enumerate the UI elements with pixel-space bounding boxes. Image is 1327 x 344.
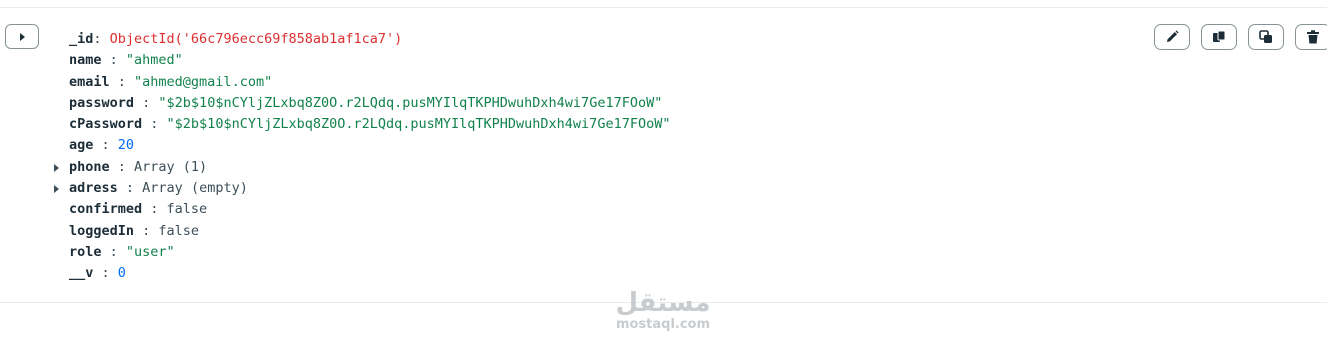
field-key: __v: [69, 265, 94, 282]
watermark-latin: mostaql.com: [615, 317, 711, 332]
field-key: phone: [69, 158, 110, 175]
field-value: "ahmed@gmail.com": [134, 73, 273, 90]
field-separator: :: [142, 201, 167, 218]
copy-icon: [1213, 30, 1226, 42]
field-separator: :: [134, 94, 159, 111]
field-row-age: age : 20: [69, 135, 670, 156]
expand-document-button[interactable]: [5, 24, 39, 49]
expand-phone-caret-icon[interactable]: [54, 163, 59, 172]
clone-document-button[interactable]: [1248, 24, 1284, 50]
field-value: "ahmed": [125, 52, 183, 69]
watermark-arabic: مستقل: [615, 288, 711, 318]
field-value: "$2b$10$nCYljZLxbq8Z0O.r2LQdq.pusMYIlqTK…: [166, 116, 671, 133]
field-key: role: [69, 243, 102, 260]
field-separator: :: [142, 116, 167, 133]
field-row-v: __v : 0: [69, 263, 670, 284]
caret-right-icon: [20, 32, 25, 41]
clone-icon: [1259, 30, 1272, 43]
field-row-adress: adress : Array (empty): [54, 178, 670, 199]
field-row-name: name : "ahmed": [69, 50, 670, 71]
field-value: "$2b$10$nCYljZLxbq8Z0O.r2LQdq.pusMYIlqTK…: [158, 94, 663, 111]
field-row-id: _id: ObjectId('66c796ecc69f858ab1af1ca7'…: [69, 29, 670, 50]
field-value: ObjectId('66c796ecc69f858ab1af1ca7'): [109, 31, 403, 47]
field-key: name: [69, 52, 102, 69]
expand-adress-caret-icon[interactable]: [54, 185, 59, 194]
field-key: loggedIn: [69, 222, 135, 239]
field-value: 0: [117, 265, 126, 282]
field-key: _id: [69, 31, 94, 47]
edit-document-button[interactable]: [1154, 24, 1190, 50]
field-separator: :: [93, 31, 110, 47]
field-value: Array (1): [134, 158, 208, 175]
document-fields: _id: ObjectId('66c796ecc69f858ab1af1ca7'…: [54, 29, 670, 285]
trash-icon: [1307, 30, 1319, 44]
field-key: cPassword: [69, 116, 143, 133]
field-separator: :: [101, 52, 126, 69]
field-value: false: [166, 201, 208, 218]
delete-document-button[interactable]: [1295, 24, 1327, 50]
field-row-password: password : "$2b$10$nCYljZLxbq8Z0O.r2LQdq…: [69, 93, 670, 114]
field-separator: :: [93, 137, 118, 154]
field-key: email: [69, 73, 110, 90]
field-key: age: [69, 137, 94, 154]
field-key: adress: [69, 180, 118, 197]
field-row-phone: phone : Array (1): [54, 157, 670, 178]
field-value: 20: [117, 137, 135, 154]
field-separator: :: [93, 265, 118, 282]
field-key: confirmed: [69, 201, 143, 218]
field-separator: :: [117, 180, 143, 197]
watermark: مستقل mostaql.com: [600, 288, 726, 332]
field-row-email: email : "ahmed@gmail.com": [69, 72, 670, 93]
top-divider: [0, 7, 1327, 8]
field-separator: :: [101, 243, 126, 260]
field-value: false: [158, 222, 200, 239]
field-value: Array (empty): [142, 180, 248, 197]
pencil-icon: [1167, 30, 1179, 42]
field-row-cpassword: cPassword : "$2b$10$nCYljZLxbq8Z0O.r2LQd…: [69, 114, 670, 135]
field-separator: :: [109, 73, 135, 90]
field-separator: :: [134, 222, 159, 239]
field-value: "user": [125, 243, 175, 260]
field-row-role: role : "user": [69, 242, 670, 263]
field-row-confirmed: confirmed : false: [69, 199, 670, 220]
field-row-loggedin: loggedIn : false: [69, 221, 670, 242]
field-separator: :: [109, 158, 135, 175]
copy-document-button[interactable]: [1201, 24, 1237, 50]
field-key: password: [69, 94, 135, 111]
